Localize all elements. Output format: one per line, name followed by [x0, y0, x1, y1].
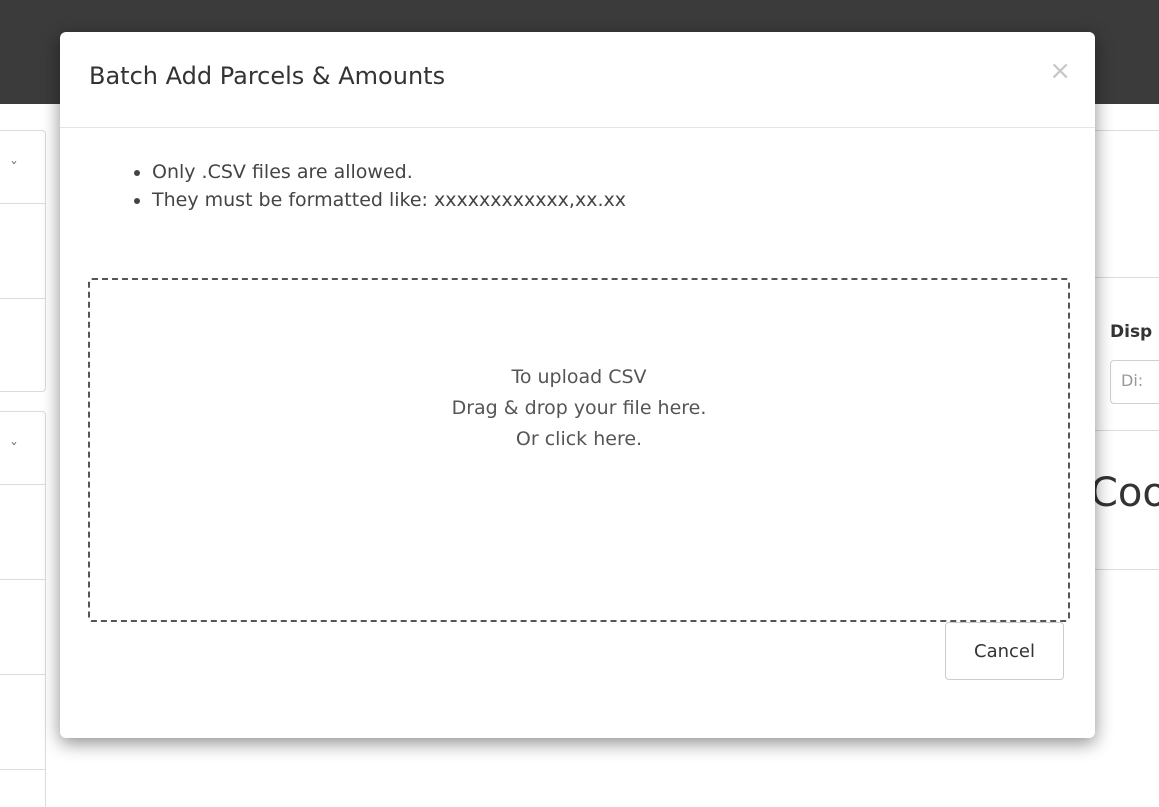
page: ˇ ˇ Disp Di: Coo Batch Add Parcels & Amo…	[0, 0, 1159, 807]
modal-header: Batch Add Parcels & Amounts ×	[60, 32, 1095, 128]
dropzone-line-title: To upload CSV	[511, 366, 647, 388]
batch-add-modal: Batch Add Parcels & Amounts × Only .CSV …	[60, 32, 1095, 738]
rule-item: Only .CSV files are allowed.	[152, 158, 626, 186]
dropzone-message: To upload CSV Drag & drop your file here…	[90, 362, 1068, 455]
close-icon[interactable]: ×	[1049, 58, 1071, 84]
rule-item: They must be formatted like: xxxxxxxxxxx…	[152, 186, 626, 214]
cancel-button[interactable]: Cancel	[945, 622, 1064, 680]
modal-footer: Cancel	[60, 622, 1095, 682]
dropzone-line-click: Or click here.	[515, 428, 643, 450]
dropzone-line-drag: Drag & drop your file here.	[451, 397, 707, 419]
upload-rules-list: Only .CSV files are allowed. They must b…	[112, 158, 626, 214]
csv-dropzone[interactable]: To upload CSV Drag & drop your file here…	[88, 278, 1070, 622]
modal-title: Batch Add Parcels & Amounts	[89, 62, 446, 90]
